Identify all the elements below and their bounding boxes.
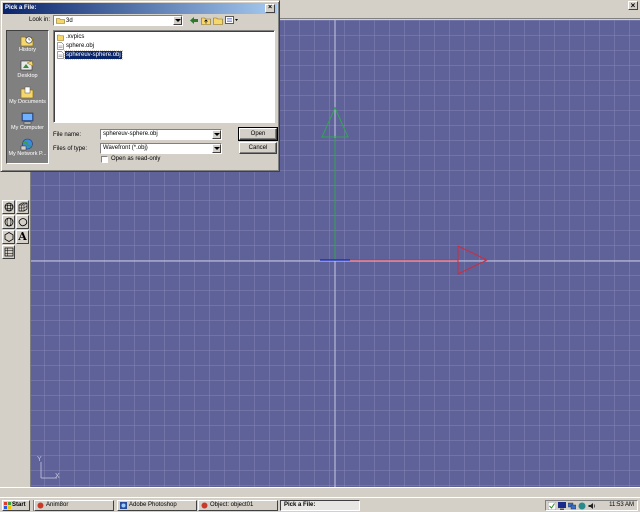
place-label: My Network P... xyxy=(8,151,47,157)
task-anim8or[interactable]: Anim8or xyxy=(34,500,114,511)
place-label: Desktop xyxy=(17,73,38,79)
place-history[interactable]: History xyxy=(7,32,48,57)
desktop-icon xyxy=(20,60,34,71)
start-button[interactable]: Start xyxy=(2,500,30,511)
grid-cube-tool-icon xyxy=(18,202,27,212)
grid-tool-button[interactable] xyxy=(2,245,15,259)
dialog-toolbar xyxy=(189,15,241,26)
file-name-input[interactable]: sphereuv-sphere.obj xyxy=(100,129,222,140)
places-bar: History Desktop My Documents My Computer… xyxy=(6,30,49,164)
tool-palette: A xyxy=(2,200,30,264)
grid-cube-tool-button[interactable] xyxy=(16,200,29,214)
file-name: sphereuv-sphere.obj xyxy=(64,50,123,60)
text-tool-icon: A xyxy=(18,230,27,243)
cancel-button[interactable]: Cancel xyxy=(239,142,277,154)
text-tool-button[interactable]: A xyxy=(16,230,29,244)
tray-network-icon[interactable] xyxy=(568,502,576,510)
folder-icon xyxy=(56,18,65,24)
file-name-label: File name: xyxy=(53,132,82,138)
new-folder-icon[interactable] xyxy=(213,16,223,25)
place-label: My Documents xyxy=(9,99,46,105)
file-icon xyxy=(57,42,64,50)
photoshop-icon xyxy=(120,502,127,509)
task-pick-a-file[interactable]: Pick a File: xyxy=(280,500,360,511)
app-status-strip xyxy=(0,487,640,497)
up-folder-icon[interactable] xyxy=(201,16,211,25)
file-type-label: Files of type: xyxy=(53,146,88,152)
file-name: .xvpics xyxy=(66,34,85,40)
dialog-titlebar[interactable]: Pick a File: × xyxy=(3,3,277,14)
view-menu-icon[interactable] xyxy=(225,16,239,25)
dialog-close-button[interactable]: × xyxy=(265,4,275,13)
pick-file-dialog: Pick a File: × Look in: 3d History Deskt… xyxy=(0,0,280,172)
file-list[interactable]: .xvpics sphere.obj sphereuv-sphere.obj xyxy=(53,30,275,123)
read-only-checkbox[interactable] xyxy=(101,156,108,163)
task-label: Adobe Photoshop xyxy=(129,502,177,508)
start-label: Start xyxy=(12,502,26,508)
x-axis-arrow xyxy=(457,245,489,275)
blob-tool-button[interactable] xyxy=(16,215,29,229)
place-my-documents[interactable]: My Documents xyxy=(7,84,48,109)
task-label: Object: object01 xyxy=(210,502,254,508)
place-my-computer[interactable]: My Computer xyxy=(7,110,48,135)
file-icon xyxy=(57,51,64,59)
my-documents-icon xyxy=(20,86,34,99)
place-label: History xyxy=(18,47,37,53)
system-tray: 11:53 AM xyxy=(545,500,638,511)
hexagon-tool-button[interactable] xyxy=(2,230,15,244)
file-name-dropdown-button[interactable] xyxy=(212,130,221,139)
file-name: sphere.obj xyxy=(66,43,95,49)
volume-icon[interactable] xyxy=(588,502,596,510)
anim8or-icon xyxy=(37,502,44,509)
cylinder-tool-icon xyxy=(4,217,13,227)
dialog-title: Pick a File: xyxy=(5,5,37,11)
anim8or-icon xyxy=(201,502,208,509)
blob-tool-icon xyxy=(18,218,27,227)
app-close-button[interactable]: × xyxy=(628,1,638,10)
tray-monitor-icon[interactable] xyxy=(558,502,566,510)
history-icon xyxy=(20,36,34,47)
place-desktop[interactable]: Desktop xyxy=(7,58,48,83)
place-my-network[interactable]: My Network P... xyxy=(7,136,48,161)
sphere-tool-icon xyxy=(4,202,13,212)
windows-logo-icon xyxy=(4,502,11,509)
folder-icon xyxy=(57,34,64,41)
look-in-value: 3d xyxy=(66,18,73,24)
axis-y-label: Y xyxy=(37,456,42,463)
axis-x-label: X xyxy=(55,473,60,480)
hexagon-tool-icon xyxy=(4,232,13,242)
grid-tool-icon xyxy=(4,247,13,257)
file-type-value: Wavefront (*.obj) xyxy=(103,145,148,151)
my-computer-icon xyxy=(21,112,34,125)
taskbar: Start Anim8or Adobe Photoshop Object: ob… xyxy=(0,497,640,512)
sphere-tool-button[interactable] xyxy=(2,200,15,214)
my-network-places-icon xyxy=(20,138,33,151)
back-arrow-icon[interactable] xyxy=(189,16,199,25)
task-photoshop[interactable]: Adobe Photoshop xyxy=(117,500,197,511)
tray-app-icon[interactable] xyxy=(578,502,586,510)
clock: 11:53 AM xyxy=(609,502,634,508)
tray-check-icon[interactable] xyxy=(548,502,556,510)
open-button[interactable]: Open xyxy=(238,127,278,141)
task-object[interactable]: Object: object01 xyxy=(198,500,278,511)
task-label: Anim8or xyxy=(46,502,69,508)
file-name-value: sphereuv-sphere.obj xyxy=(103,131,158,137)
look-in-dropdown[interactable]: 3d xyxy=(53,15,183,26)
file-type-dropdown[interactable]: Wavefront (*.obj) xyxy=(100,143,222,154)
read-only-label[interactable]: Open as read-only xyxy=(111,156,160,163)
file-type-dropdown-button[interactable] xyxy=(212,144,221,153)
place-label: My Computer xyxy=(10,125,44,131)
task-label: Pick a File: xyxy=(284,502,316,508)
look-in-label: Look in: xyxy=(29,17,51,23)
cylinder-tool-button[interactable] xyxy=(2,215,15,229)
look-in-dropdown-button[interactable] xyxy=(173,16,182,25)
